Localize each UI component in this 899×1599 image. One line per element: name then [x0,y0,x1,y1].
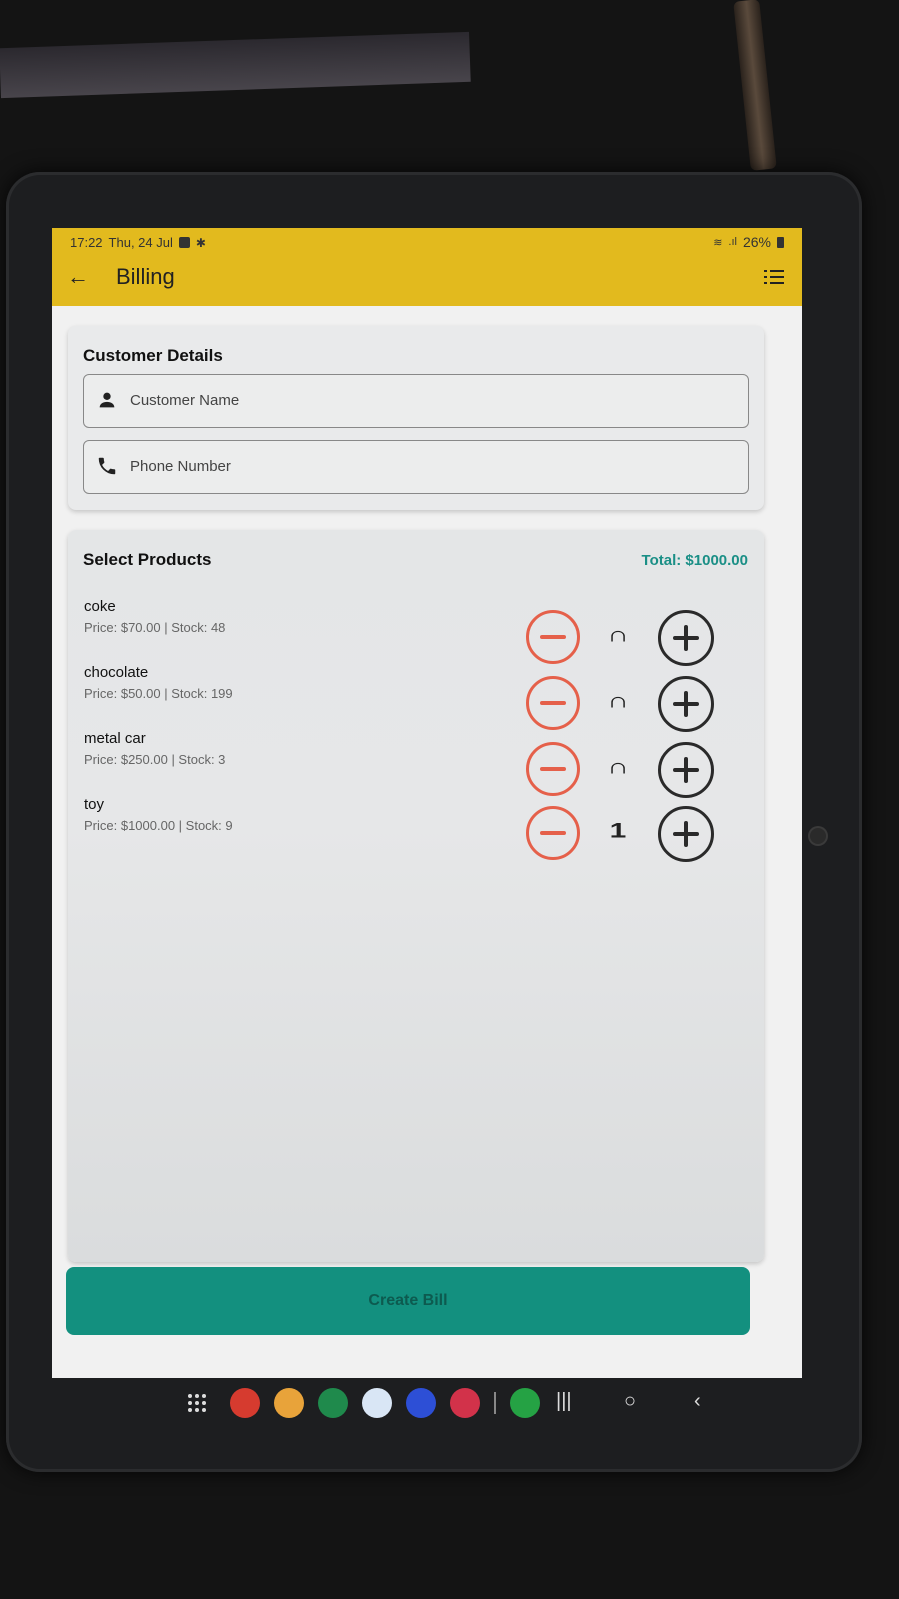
select-products-title: Select Products [83,550,212,569]
product-price-stock: Price: $70.00 | Stock: 48 [84,620,226,635]
select-products-card: Select Products Total: $1000.00 coke Pri… [68,530,764,1262]
background-stylus [733,0,777,171]
quantity-stepper: 1 [526,806,726,866]
signal-icon: .ıl [728,236,737,248]
background-paper [0,31,471,99]
product-price-stock: Price: $50.00 | Stock: 199 [84,686,233,701]
phone-app-icon[interactable] [318,1388,348,1418]
decrease-quantity-button[interactable] [526,742,580,796]
product-name: coke [84,598,116,615]
customer-name-placeholder: Customer Name [130,392,240,409]
product-row: toy Price: $1000.00 | Stock: 9 1 [84,796,744,862]
status-bar-right: ≋ .ıl 26% [713,234,784,250]
decrease-quantity-button[interactable] [526,676,580,730]
increase-quantity-button[interactable] [658,742,714,798]
quantity-stepper: ∩ [526,742,726,802]
product-row: metal car Price: $250.00 | Stock: 3 ∩ [84,730,744,798]
product-price-stock: Price: $250.00 | Stock: 3 [84,752,226,767]
quantity-stepper: ∩ [526,676,726,736]
bill-total: Total: $1000.00 [641,552,748,569]
home-icon[interactable]: ○ [624,1390,636,1413]
increase-quantity-button[interactable] [658,610,714,666]
phone-icon [98,457,116,475]
decrease-quantity-button[interactable] [526,806,580,860]
customer-name-field[interactable]: Customer Name [83,374,749,428]
quantity-value: ∩ [607,755,629,779]
phone-number-placeholder: Phone Number [130,458,231,475]
status-time: 17:22 [70,235,103,250]
quantity-value: ∩ [607,623,629,647]
camera-app-icon[interactable] [450,1388,480,1418]
increase-quantity-button[interactable] [658,806,714,862]
system-nav-bar: ||| ○ ‹ [52,1378,802,1430]
customer-details-title: Customer Details [83,346,223,365]
status-bar-left: 17:22 Thu, 24 Jul ✱ [70,235,206,250]
product-name: toy [84,796,105,813]
notification-check-icon [178,237,190,248]
recents-icon[interactable]: ||| [556,1390,572,1413]
customer-details-card: Customer Details Customer Name Phone Num… [68,326,764,510]
messages-app-icon[interactable] [362,1388,392,1418]
arrow-left-icon[interactable]: ← [66,266,90,290]
back-nav-icon[interactable]: ‹ [694,1390,701,1413]
files-app-icon[interactable] [274,1388,304,1418]
decrease-quantity-button[interactable] [526,610,580,664]
battery-icon [777,236,784,248]
taskbar-apps [188,1388,540,1418]
product-name: chocolate [84,664,149,681]
product-row: chocolate Price: $50.00 | Stock: 199 ∩ [84,664,744,732]
quantity-stepper: ∩ [526,610,726,670]
battery-level: 26% [742,234,771,250]
app-drawer-icon[interactable] [188,1394,206,1412]
page-title: Billing [116,264,175,289]
tablet-camera [810,828,826,844]
increase-quantity-button[interactable] [658,676,714,732]
product-price-stock: Price: $1000.00 | Stock: 9 [84,818,233,833]
person-icon [99,392,115,408]
taskbar-divider [494,1392,496,1414]
app-bar: 17:22 Thu, 24 Jul ✱ ≋ .ıl 26% ← Billing [52,228,802,306]
list-icon[interactable] [764,266,788,290]
app-screen: 17:22 Thu, 24 Jul ✱ ≋ .ıl 26% ← Billing … [52,228,802,1380]
status-date: Thu, 24 Jul [108,235,173,250]
whatsapp-app-icon[interactable] [510,1388,540,1418]
product-name: metal car [84,730,146,747]
phone-number-field[interactable]: Phone Number [83,440,749,494]
quantity-value: ∩ [607,689,629,713]
wifi-icon: ≋ [713,236,723,249]
create-bill-button[interactable]: Create Bill [66,1267,750,1335]
product-row: coke Price: $70.00 | Stock: 48 ∩ [84,598,744,666]
notes-app-icon[interactable] [230,1388,260,1418]
gear-icon: ✱ [195,235,206,250]
quantity-value: 1 [609,819,627,843]
browser-app-icon[interactable] [406,1388,436,1418]
